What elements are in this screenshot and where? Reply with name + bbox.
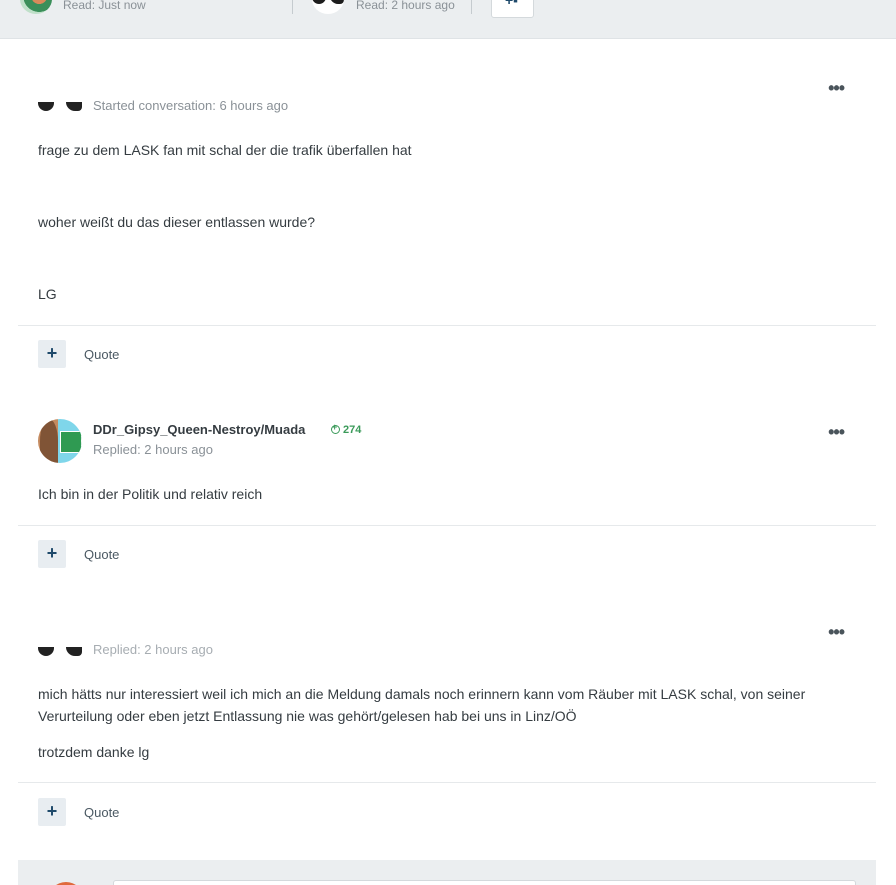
message-post: ••• Replied: 2 hours ago mich hätts nur …	[18, 589, 876, 849]
message-text: Ich bin in der Politik und relativ reich	[38, 486, 263, 502]
post-timestamp: Started conversation: 6 hours ago	[93, 98, 289, 113]
quote-link[interactable]: Quote	[84, 547, 119, 562]
message-text: mich hätts nur interessiert weil ich mic…	[38, 686, 806, 724]
author-avatar[interactable]	[38, 419, 82, 463]
multiquote-button[interactable]: +	[38, 798, 66, 826]
author-avatar[interactable]	[38, 102, 82, 116]
divider	[18, 782, 876, 783]
divider	[292, 0, 293, 14]
message-text: LG	[38, 286, 57, 302]
divider	[471, 0, 472, 14]
message-post: ••• Started conversation: 6 hours ago fr…	[18, 39, 876, 369]
reputation-count: 274	[343, 424, 362, 436]
participant-read-status: Read: 2 hours ago	[356, 0, 455, 12]
message-text: trotzdem danke lg	[38, 744, 150, 760]
reputation-badge: 274	[331, 422, 362, 436]
more-options-icon[interactable]: •••	[828, 423, 845, 441]
plus-user-icon: +▪	[505, 0, 519, 8]
add-participant-button[interactable]: +▪	[491, 0, 534, 18]
author-avatar[interactable]	[38, 647, 82, 661]
participant-read-status: Read: Just now	[63, 0, 146, 12]
message-text: frage zu dem LASK fan mit schal der die …	[38, 142, 412, 158]
participants-bar: Read: Just now Read: 2 hours ago +▪	[0, 0, 896, 39]
post-timestamp: Replied: 2 hours ago	[93, 442, 213, 457]
message-post: ••• DDr_Gipsy_Queen-Nestroy/Muada 274 Re…	[18, 369, 876, 589]
participant-avatar[interactable]	[312, 0, 344, 14]
post-timestamp: Replied: 2 hours ago	[93, 642, 213, 657]
reputation-icon	[331, 422, 340, 434]
quote-link[interactable]: Quote	[84, 805, 119, 820]
multiquote-button[interactable]: +	[38, 340, 66, 368]
divider	[18, 325, 876, 326]
reply-area	[18, 860, 876, 885]
quote-link[interactable]: Quote	[84, 347, 119, 362]
participant-avatar[interactable]	[20, 0, 52, 14]
message-text: woher weißt du das dieser entlassen wurd…	[38, 214, 316, 230]
more-options-icon[interactable]: •••	[828, 79, 845, 97]
multiquote-button[interactable]: +	[38, 540, 66, 568]
more-options-icon[interactable]: •••	[828, 623, 845, 641]
reply-editor[interactable]	[113, 880, 856, 885]
author-name[interactable]: DDr_Gipsy_Queen-Nestroy/Muada	[93, 422, 305, 437]
divider	[18, 525, 876, 526]
